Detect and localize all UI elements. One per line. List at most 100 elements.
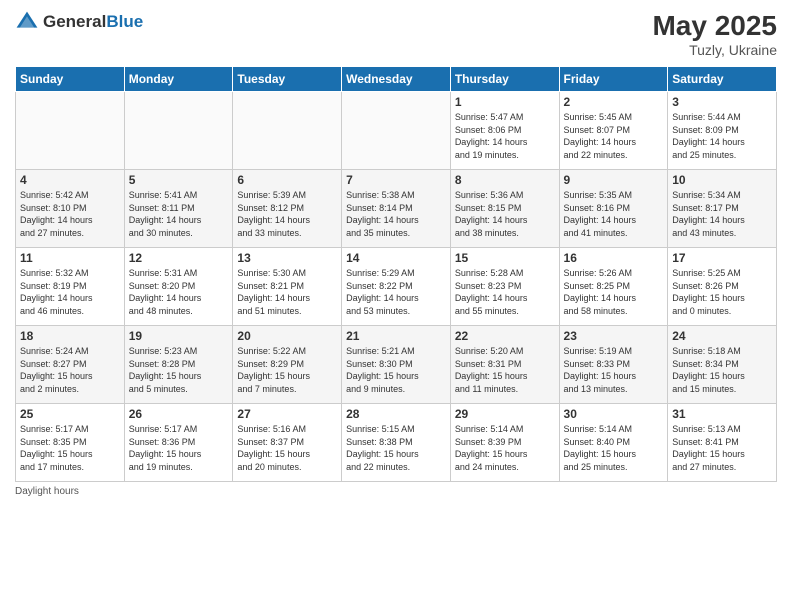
day-info: Sunrise: 5:30 AM Sunset: 8:21 PM Dayligh… [237,267,337,317]
day-cell: 23 Sunrise: 5:19 AM Sunset: 8:33 PM Dayli… [559,326,668,404]
day-number: 27 [237,407,337,421]
week-row-3: 11 Sunrise: 5:32 AM Sunset: 8:19 PM Dayli… [16,248,777,326]
day-info: Sunrise: 5:38 AM Sunset: 8:14 PM Dayligh… [346,189,446,239]
day-info: Sunrise: 5:17 AM Sunset: 8:36 PM Dayligh… [129,423,229,473]
day-cell: 5Sunrise: 5:41 AM Sunset: 8:11 PM Daylig… [124,170,233,248]
day-cell: 3Sunrise: 5:44 AM Sunset: 8:09 PM Daylig… [668,92,777,170]
logo-icon [15,10,39,34]
day-info: Sunrise: 5:17 AM Sunset: 8:35 PM Dayligh… [20,423,120,473]
day-header-wednesday: Wednesday [342,67,451,92]
day-number: 9 [564,173,664,187]
day-info: Sunrise: 5:14 AM Sunset: 8:40 PM Dayligh… [564,423,664,473]
day-number: 14 [346,251,446,265]
day-number: 5 [129,173,229,187]
day-info: Sunrise: 5:16 AM Sunset: 8:37 PM Dayligh… [237,423,337,473]
day-number: 7 [346,173,446,187]
day-cell: 14Sunrise: 5:29 AM Sunset: 8:22 PM Dayli… [342,248,451,326]
day-cell: 15Sunrise: 5:28 AM Sunset: 8:23 PM Dayli… [450,248,559,326]
day-number: 29 [455,407,555,421]
day-cell: 16 Sunrise: 5:26 AM Sunset: 8:25 PM Dayli… [559,248,668,326]
location: Tuzly, Ukraine [652,42,777,58]
day-cell: 6 Sunrise: 5:39 AM Sunset: 8:12 PM Daylig… [233,170,342,248]
day-info: Sunrise: 5:45 AM Sunset: 8:07 PM Dayligh… [564,111,664,161]
day-number: 17 [672,251,772,265]
day-cell: 4 Sunrise: 5:42 AM Sunset: 8:10 PM Daylig… [16,170,125,248]
day-info: Sunrise: 5:32 AM Sunset: 8:19 PM Dayligh… [20,267,120,317]
day-info: Sunrise: 5:19 AM Sunset: 8:33 PM Dayligh… [564,345,664,395]
day-info: Sunrise: 5:23 AM Sunset: 8:28 PM Dayligh… [129,345,229,395]
day-cell: 19Sunrise: 5:23 AM Sunset: 8:28 PM Dayli… [124,326,233,404]
day-number: 6 [237,173,337,187]
day-number: 15 [455,251,555,265]
week-row-4: 18 Sunrise: 5:24 AM Sunset: 8:27 PM Dayli… [16,326,777,404]
calendar-page: GeneralBlue May 2025 Tuzly, Ukraine Sund… [0,0,792,612]
day-cell: 7 Sunrise: 5:38 AM Sunset: 8:14 PM Daylig… [342,170,451,248]
day-number: 4 [20,173,120,187]
month-year: May 2025 [652,10,777,42]
day-cell [342,92,451,170]
day-info: Sunrise: 5:20 AM Sunset: 8:31 PM Dayligh… [455,345,555,395]
day-cell [16,92,125,170]
day-header-tuesday: Tuesday [233,67,342,92]
day-info: Sunrise: 5:22 AM Sunset: 8:29 PM Dayligh… [237,345,337,395]
day-info: Sunrise: 5:24 AM Sunset: 8:27 PM Dayligh… [20,345,120,395]
logo: GeneralBlue [15,10,143,34]
logo-general: General [43,12,106,31]
day-header-friday: Friday [559,67,668,92]
day-number: 1 [455,95,555,109]
day-info: Sunrise: 5:21 AM Sunset: 8:30 PM Dayligh… [346,345,446,395]
day-number: 22 [455,329,555,343]
calendar-table: SundayMondayTuesdayWednesdayThursdayFrid… [15,66,777,482]
footer: Daylight hours [15,486,777,497]
daylight-hours-label: Daylight hours [15,486,79,497]
day-cell: 31 Sunrise: 5:13 AM Sunset: 8:41 PM Dayli… [668,404,777,482]
day-number: 8 [455,173,555,187]
day-info: Sunrise: 5:42 AM Sunset: 8:10 PM Dayligh… [20,189,120,239]
day-header-monday: Monday [124,67,233,92]
day-cell: 22 Sunrise: 5:20 AM Sunset: 8:31 PM Dayli… [450,326,559,404]
day-number: 21 [346,329,446,343]
day-number: 28 [346,407,446,421]
day-info: Sunrise: 5:26 AM Sunset: 8:25 PM Dayligh… [564,267,664,317]
title-block: May 2025 Tuzly, Ukraine [652,10,777,58]
day-number: 12 [129,251,229,265]
day-number: 31 [672,407,772,421]
logo-blue: Blue [106,12,143,31]
day-number: 11 [20,251,120,265]
day-cell: 11 Sunrise: 5:32 AM Sunset: 8:19 PM Dayli… [16,248,125,326]
days-header-row: SundayMondayTuesdayWednesdayThursdayFrid… [16,67,777,92]
day-info: Sunrise: 5:44 AM Sunset: 8:09 PM Dayligh… [672,111,772,161]
day-number: 2 [564,95,664,109]
day-cell: 13 Sunrise: 5:30 AM Sunset: 8:21 PM Dayli… [233,248,342,326]
day-cell: 27 Sunrise: 5:16 AM Sunset: 8:37 PM Dayli… [233,404,342,482]
day-number: 16 [564,251,664,265]
day-info: Sunrise: 5:25 AM Sunset: 8:26 PM Dayligh… [672,267,772,317]
day-info: Sunrise: 5:36 AM Sunset: 8:15 PM Dayligh… [455,189,555,239]
week-row-2: 4 Sunrise: 5:42 AM Sunset: 8:10 PM Daylig… [16,170,777,248]
day-number: 25 [20,407,120,421]
day-cell: 26Sunrise: 5:17 AM Sunset: 8:36 PM Dayli… [124,404,233,482]
day-header-sunday: Sunday [16,67,125,92]
header: GeneralBlue May 2025 Tuzly, Ukraine [15,10,777,58]
day-cell: 17 Sunrise: 5:25 AM Sunset: 8:26 PM Dayli… [668,248,777,326]
day-info: Sunrise: 5:35 AM Sunset: 8:16 PM Dayligh… [564,189,664,239]
day-cell [233,92,342,170]
day-cell [124,92,233,170]
day-number: 10 [672,173,772,187]
day-info: Sunrise: 5:13 AM Sunset: 8:41 PM Dayligh… [672,423,772,473]
day-cell: 29Sunrise: 5:14 AM Sunset: 8:39 PM Dayli… [450,404,559,482]
day-number: 18 [20,329,120,343]
day-number: 20 [237,329,337,343]
day-header-saturday: Saturday [668,67,777,92]
day-cell: 9 Sunrise: 5:35 AM Sunset: 8:16 PM Daylig… [559,170,668,248]
day-number: 23 [564,329,664,343]
day-info: Sunrise: 5:39 AM Sunset: 8:12 PM Dayligh… [237,189,337,239]
day-header-thursday: Thursday [450,67,559,92]
day-cell: 8 Sunrise: 5:36 AM Sunset: 8:15 PM Daylig… [450,170,559,248]
day-info: Sunrise: 5:15 AM Sunset: 8:38 PM Dayligh… [346,423,446,473]
day-cell: 10Sunrise: 5:34 AM Sunset: 8:17 PM Dayli… [668,170,777,248]
day-cell: 24Sunrise: 5:18 AM Sunset: 8:34 PM Dayli… [668,326,777,404]
day-cell: 1Sunrise: 5:47 AM Sunset: 8:06 PM Daylig… [450,92,559,170]
day-cell: 20 Sunrise: 5:22 AM Sunset: 8:29 PM Dayli… [233,326,342,404]
day-number: 13 [237,251,337,265]
